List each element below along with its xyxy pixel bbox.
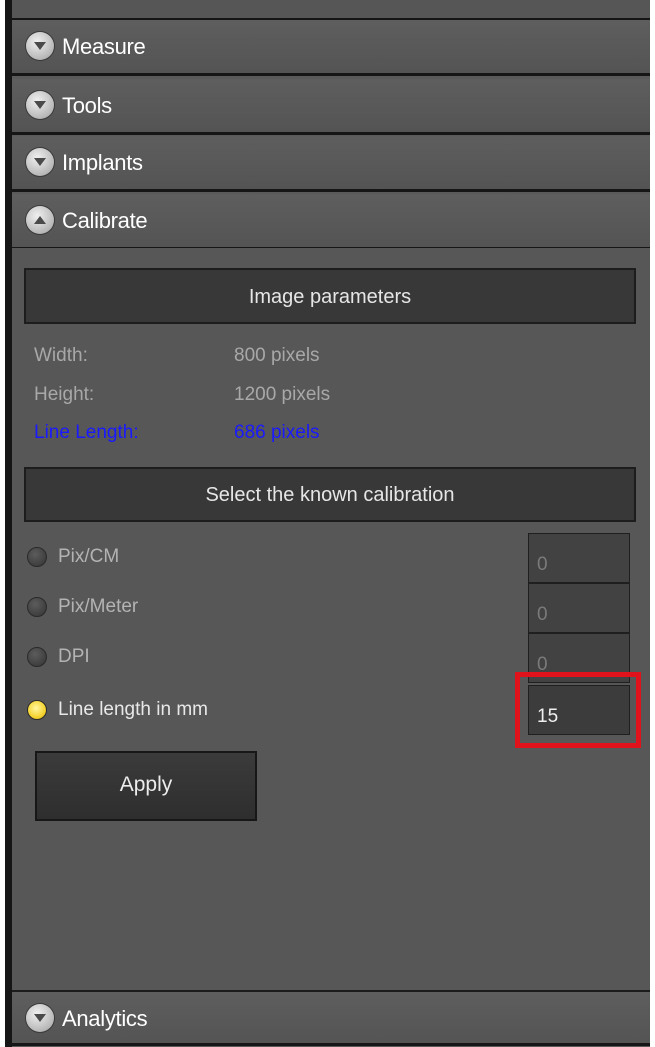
param-label-line-length: Line Length: [34, 422, 139, 443]
pix-meter-input[interactable] [528, 583, 630, 633]
section-label-implants: Implants [62, 150, 143, 175]
section-header-measure[interactable]: Measure [12, 20, 650, 76]
section-header-calibrate[interactable]: Calibrate [12, 194, 650, 250]
section-header-tools[interactable]: Tools [12, 79, 650, 135]
section-label-measure: Measure [62, 34, 146, 59]
section-header-implants[interactable]: Implants [12, 136, 650, 192]
panel-top-strip [12, 0, 650, 20]
image-parameters-header: Image parameters [24, 268, 636, 324]
side-panel: Measure Tools Implants Calibrate Image p… [5, 0, 650, 1047]
option-label-dpi[interactable]: DPI [58, 646, 90, 668]
option-label-pix-meter[interactable]: Pix/Meter [58, 596, 138, 618]
chevron-up-icon [26, 206, 54, 234]
param-label-width: Width: [34, 345, 88, 366]
radio-line-length-mm[interactable] [27, 700, 47, 720]
apply-button[interactable]: Apply [35, 751, 257, 821]
section-label-analytics: Analytics [62, 1006, 148, 1031]
param-value-line-length: 686 pixels [234, 422, 320, 443]
chevron-down-icon [26, 148, 54, 176]
chevron-down-icon [26, 1004, 54, 1032]
radio-pix-meter[interactable] [27, 597, 47, 617]
section-label-calibrate: Calibrate [62, 208, 148, 233]
param-label-height: Height: [34, 384, 95, 405]
radio-pix-cm[interactable] [27, 547, 47, 567]
select-calibration-header: Select the known calibration [24, 467, 636, 522]
chevron-down-icon [26, 32, 54, 60]
param-value-width: 800 pixels [234, 345, 320, 366]
radio-dpi[interactable] [27, 647, 47, 667]
option-label-pix-cm[interactable]: Pix/CM [58, 546, 119, 568]
param-value-height: 1200 pixels [234, 384, 331, 405]
section-label-tools: Tools [62, 93, 112, 118]
chevron-down-icon [26, 91, 54, 119]
pix-cm-input[interactable] [528, 533, 630, 583]
option-label-line-length-mm[interactable]: Line length in mm [58, 699, 208, 721]
section-header-analytics[interactable]: Analytics [12, 990, 650, 1046]
input-highlight-box [515, 672, 641, 748]
